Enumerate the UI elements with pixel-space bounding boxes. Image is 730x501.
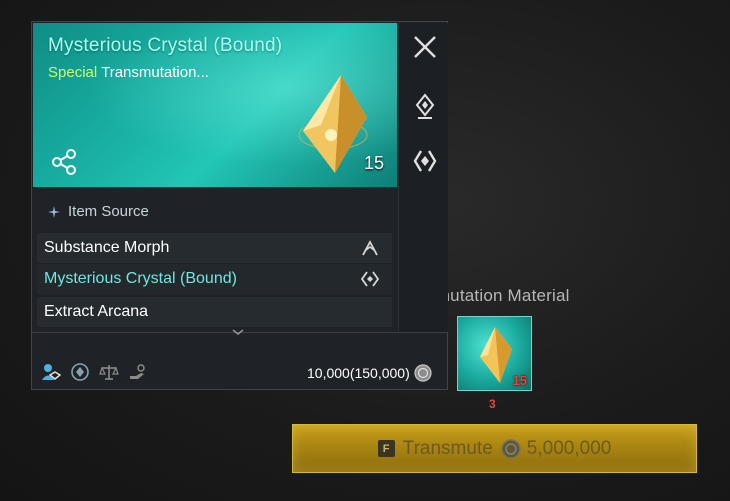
item-name: Mysterious Crystal (Bound) bbox=[48, 35, 283, 56]
transmute-label: Transmute bbox=[402, 437, 493, 459]
source-row-mysterious-crystal[interactable]: Mysterious Crystal (Bound) bbox=[37, 264, 392, 294]
trade-hand-icon bbox=[130, 364, 145, 379]
source-row-extract-arcana[interactable]: Extract Arcana bbox=[37, 297, 392, 327]
material-slot-count: 15 bbox=[512, 373, 527, 388]
hotkey-f-icon: F bbox=[377, 440, 395, 457]
material-slot[interactable]: 15 bbox=[457, 316, 532, 391]
item-header: Mysterious Crystal (Bound) Special Trans… bbox=[33, 23, 397, 187]
share-icon[interactable] bbox=[51, 149, 77, 175]
item-property-icons bbox=[41, 362, 148, 382]
sparkle-icon bbox=[48, 205, 60, 218]
transmute-button[interactable]: F Transmute 5,000,000 bbox=[292, 424, 697, 473]
tooltip-side-bar bbox=[398, 23, 448, 332]
close-icon[interactable] bbox=[411, 33, 439, 61]
item-source-label: Item Source bbox=[68, 203, 149, 220]
price-value: 10,000(150,000) bbox=[307, 365, 410, 381]
morph-icon bbox=[362, 240, 378, 256]
item-type: Transmutation... bbox=[101, 64, 209, 81]
stack-count: 15 bbox=[364, 153, 385, 173]
item-grade: Special bbox=[48, 64, 98, 81]
item-subtitle: Special Transmutation... bbox=[48, 64, 209, 81]
crystal-icon bbox=[480, 327, 512, 383]
source-label: Mysterious Crystal (Bound) bbox=[44, 270, 237, 287]
crystal-icon bbox=[298, 75, 368, 173]
location-marker-icon[interactable] bbox=[411, 93, 439, 121]
item-price: 10,000(150,000) bbox=[307, 364, 432, 382]
crystal-transmute-icon bbox=[360, 271, 380, 287]
transmute-icon[interactable] bbox=[411, 147, 439, 175]
silver-coin-icon bbox=[501, 438, 521, 459]
source-label: Extract Arcana bbox=[44, 303, 149, 320]
source-row-substance-morph[interactable]: Substance Morph bbox=[37, 233, 392, 263]
storage-icon bbox=[71, 363, 89, 381]
chevron-down-icon[interactable] bbox=[231, 327, 245, 337]
source-label: Substance Morph bbox=[44, 239, 170, 256]
transmute-cost: 5,000,000 bbox=[526, 437, 612, 459]
material-required-count: 3 bbox=[489, 397, 496, 411]
scale-icon bbox=[99, 365, 119, 380]
silver-coin-icon bbox=[414, 364, 432, 382]
item-source-header: Item Source bbox=[48, 203, 149, 220]
item-tooltip: Mysterious Crystal (Bound) Special Trans… bbox=[31, 21, 448, 390]
bound-character-icon bbox=[42, 364, 61, 380]
